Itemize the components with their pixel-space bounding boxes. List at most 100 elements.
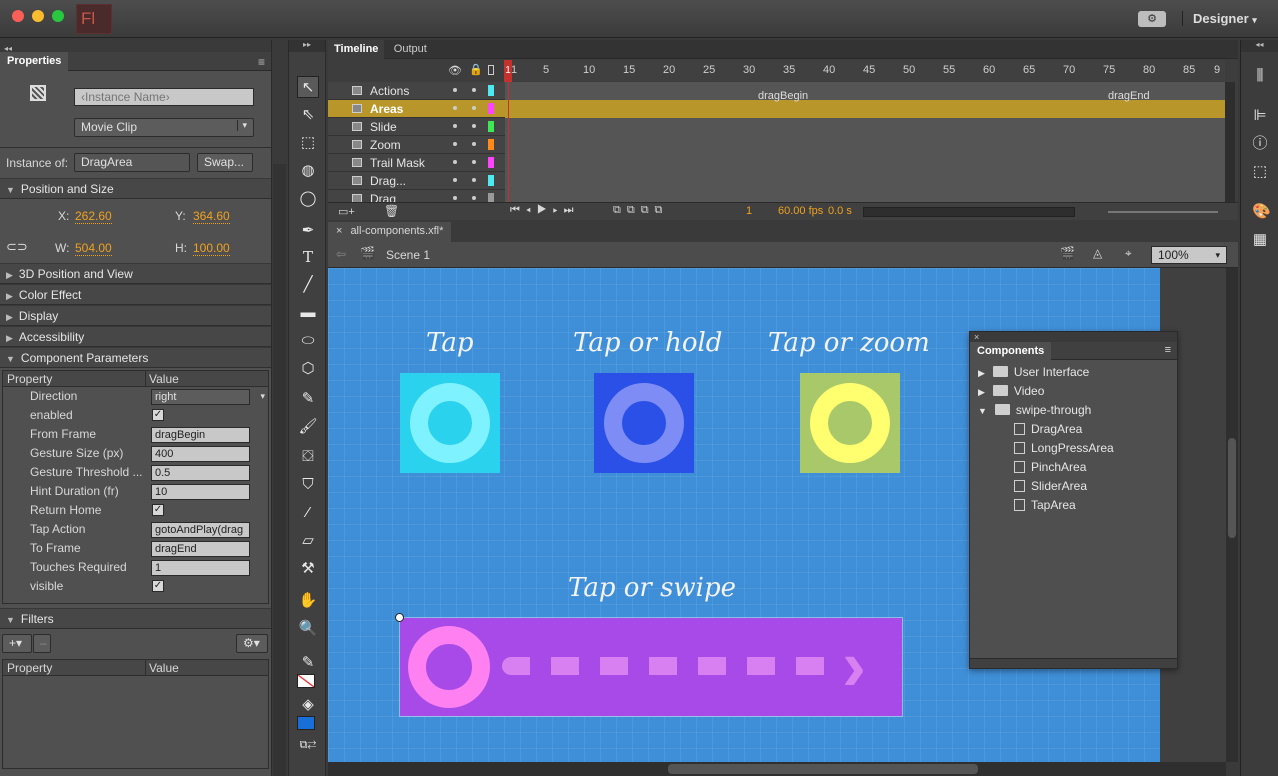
workspace-switcher[interactable]: Designer ▾ xyxy=(1182,11,1257,26)
w-value[interactable]: 504.00 xyxy=(75,241,112,256)
lock-proportions-icon[interactable]: ⊂⊃ xyxy=(6,239,28,255)
collapse-icon[interactable]: ▸▸ xyxy=(289,40,325,52)
fill-color-swatch[interactable] xyxy=(297,716,315,730)
delete-layer-icon[interactable]: 🗑 xyxy=(384,204,399,218)
section-position-and-size[interactable]: ▼ Position and Size xyxy=(0,178,271,199)
hand-tool-icon[interactable]: ✋ xyxy=(297,590,319,612)
section-filters[interactable]: ▼ Filters xyxy=(0,608,271,629)
component-item[interactable]: SliderArea xyxy=(1014,477,1087,496)
center-stage-icon[interactable]: ⌖ xyxy=(1125,246,1132,261)
eye-icon[interactable]: 👁 xyxy=(448,64,462,77)
swap-colors-icon[interactable]: ⧉⇄ xyxy=(297,734,319,756)
section-accessibility[interactable]: ▶ Accessibility xyxy=(0,326,271,347)
param-checkbox[interactable]: ✓ xyxy=(152,504,164,516)
param-value-input[interactable]: gotoAndPlay(drag xyxy=(151,522,250,538)
tab-components[interactable]: Components xyxy=(970,342,1052,360)
param-value-input[interactable]: 0.5 xyxy=(151,465,250,481)
eraser-tool-icon[interactable]: ▱ xyxy=(297,530,319,552)
scene-name[interactable]: Scene 1 xyxy=(386,248,430,262)
lock-dot[interactable] xyxy=(472,142,476,146)
subselection-tool-icon[interactable]: ⇖ xyxy=(297,104,319,126)
back-arrow-icon[interactable]: ⇦ xyxy=(336,247,346,261)
lock-dot[interactable] xyxy=(472,160,476,164)
new-layer-icon[interactable]: ▭+ xyxy=(338,205,355,218)
component-item[interactable]: PinchArea xyxy=(1014,458,1086,477)
panel-menu-icon[interactable]: ≡ xyxy=(1165,344,1171,356)
layer-frames[interactable] xyxy=(505,154,1225,172)
instance-name-input[interactable] xyxy=(74,88,254,106)
section-3d-position[interactable]: ▶ 3D Position and View xyxy=(0,263,271,284)
edit-scene-icon[interactable]: 🎬 xyxy=(1060,246,1075,260)
layer-name[interactable]: Slide xyxy=(370,120,397,134)
onion-skin-icons[interactable]: ⧉⧉⧉⧉ xyxy=(613,204,668,217)
stage-hscrollbar[interactable] xyxy=(328,762,1226,776)
close-window-button[interactable] xyxy=(12,10,24,22)
lock-dot[interactable] xyxy=(472,124,476,128)
collapsed-triangle-icon[interactable]: ▶ xyxy=(978,387,985,397)
visibility-dot[interactable] xyxy=(453,106,457,110)
selection-tool-icon[interactable]: ↖ xyxy=(297,76,319,98)
resize-grip[interactable] xyxy=(970,658,1177,668)
lock-dot[interactable] xyxy=(472,106,476,110)
line-tool-icon[interactable]: ╱ xyxy=(297,274,319,296)
param-value-input[interactable]: 1 xyxy=(151,560,250,576)
zoom-window-button[interactable] xyxy=(52,10,64,22)
pen-tool-icon[interactable]: ✒ xyxy=(297,220,319,242)
tab-document[interactable]: × all-components.xfl* xyxy=(328,222,452,242)
layer-color-box[interactable] xyxy=(488,121,494,132)
long-press-area[interactable] xyxy=(594,373,694,473)
section-display[interactable]: ▶ Display xyxy=(0,305,271,326)
lock-dot[interactable] xyxy=(472,196,476,200)
filter-options-button[interactable]: ⚙▾ xyxy=(236,634,268,653)
layer-frames[interactable] xyxy=(505,100,1225,118)
layer-frames[interactable] xyxy=(505,136,1225,154)
polystar-tool-icon[interactable]: ⬡ xyxy=(297,358,319,380)
layer-color-box[interactable] xyxy=(488,157,494,168)
oval-tool-icon[interactable]: ⬭ xyxy=(297,330,319,352)
scroll-thumb[interactable] xyxy=(668,764,978,774)
lock-dot[interactable] xyxy=(472,88,476,92)
param-value-input[interactable]: dragEnd xyxy=(151,541,250,557)
component-item[interactable]: ▼ swipe-through xyxy=(978,401,1091,420)
visibility-dot[interactable] xyxy=(453,142,457,146)
symbol-type-select[interactable]: Movie Clip ▾ xyxy=(74,118,254,137)
section-component-parameters[interactable]: ▼ Component Parameters xyxy=(0,347,271,368)
layer-frames[interactable] xyxy=(505,118,1225,136)
current-frame[interactable]: 1 xyxy=(746,205,752,217)
layer-color-box[interactable] xyxy=(488,139,494,150)
component-item[interactable]: DragArea xyxy=(1014,420,1082,439)
y-value[interactable]: 364.60 xyxy=(193,209,230,224)
info-icon[interactable]: ⓘ xyxy=(1252,136,1268,152)
layer-name[interactable]: Zoom xyxy=(370,138,401,152)
component-item[interactable]: LongPressArea xyxy=(1014,439,1114,458)
stroke-color-icon[interactable]: ✎ xyxy=(297,652,319,674)
collapsed-triangle-icon[interactable]: ▶ xyxy=(978,368,985,378)
timeline-layer[interactable]: Slide xyxy=(328,118,1225,136)
pencil-tool-icon[interactable]: ✎ xyxy=(297,388,319,410)
pinch-area[interactable] xyxy=(800,373,900,473)
visibility-dot[interactable] xyxy=(453,178,457,182)
layer-color-box[interactable] xyxy=(488,175,494,186)
tab-properties[interactable]: Properties xyxy=(0,52,69,71)
tap-area[interactable] xyxy=(400,373,500,473)
x-value[interactable]: 262.60 xyxy=(75,209,112,224)
stage-vscrollbar[interactable] xyxy=(1226,268,1238,762)
remove-filter-button[interactable]: – xyxy=(33,634,51,653)
visibility-dot[interactable] xyxy=(453,160,457,164)
close-icon[interactable]: × xyxy=(336,225,342,237)
scroll-thumb[interactable] xyxy=(1228,438,1236,538)
eyedropper-tool-icon[interactable]: ⁄ xyxy=(297,502,319,524)
timeline-zoom-slider[interactable] xyxy=(1108,211,1218,213)
visibility-dot[interactable] xyxy=(453,88,457,92)
edit-symbols-icon[interactable]: ◬ xyxy=(1093,246,1102,260)
timeline-layer[interactable]: Zoom xyxy=(328,136,1225,154)
gear-icon[interactable]: ⚙ xyxy=(1138,11,1166,27)
layer-name[interactable]: Drag... xyxy=(370,174,406,188)
section-color-effect[interactable]: ▶ Color Effect xyxy=(0,284,271,305)
panel-menu-icon[interactable]: ≡ xyxy=(258,55,265,69)
3d-rotation-tool-icon[interactable]: ◍ xyxy=(297,160,319,182)
outline-icon[interactable] xyxy=(488,65,494,75)
param-value-input[interactable]: 10 xyxy=(151,484,250,500)
ink-bottle-icon[interactable]: ⛉ xyxy=(297,474,319,496)
timeline-hscrollbar[interactable] xyxy=(863,207,1075,217)
